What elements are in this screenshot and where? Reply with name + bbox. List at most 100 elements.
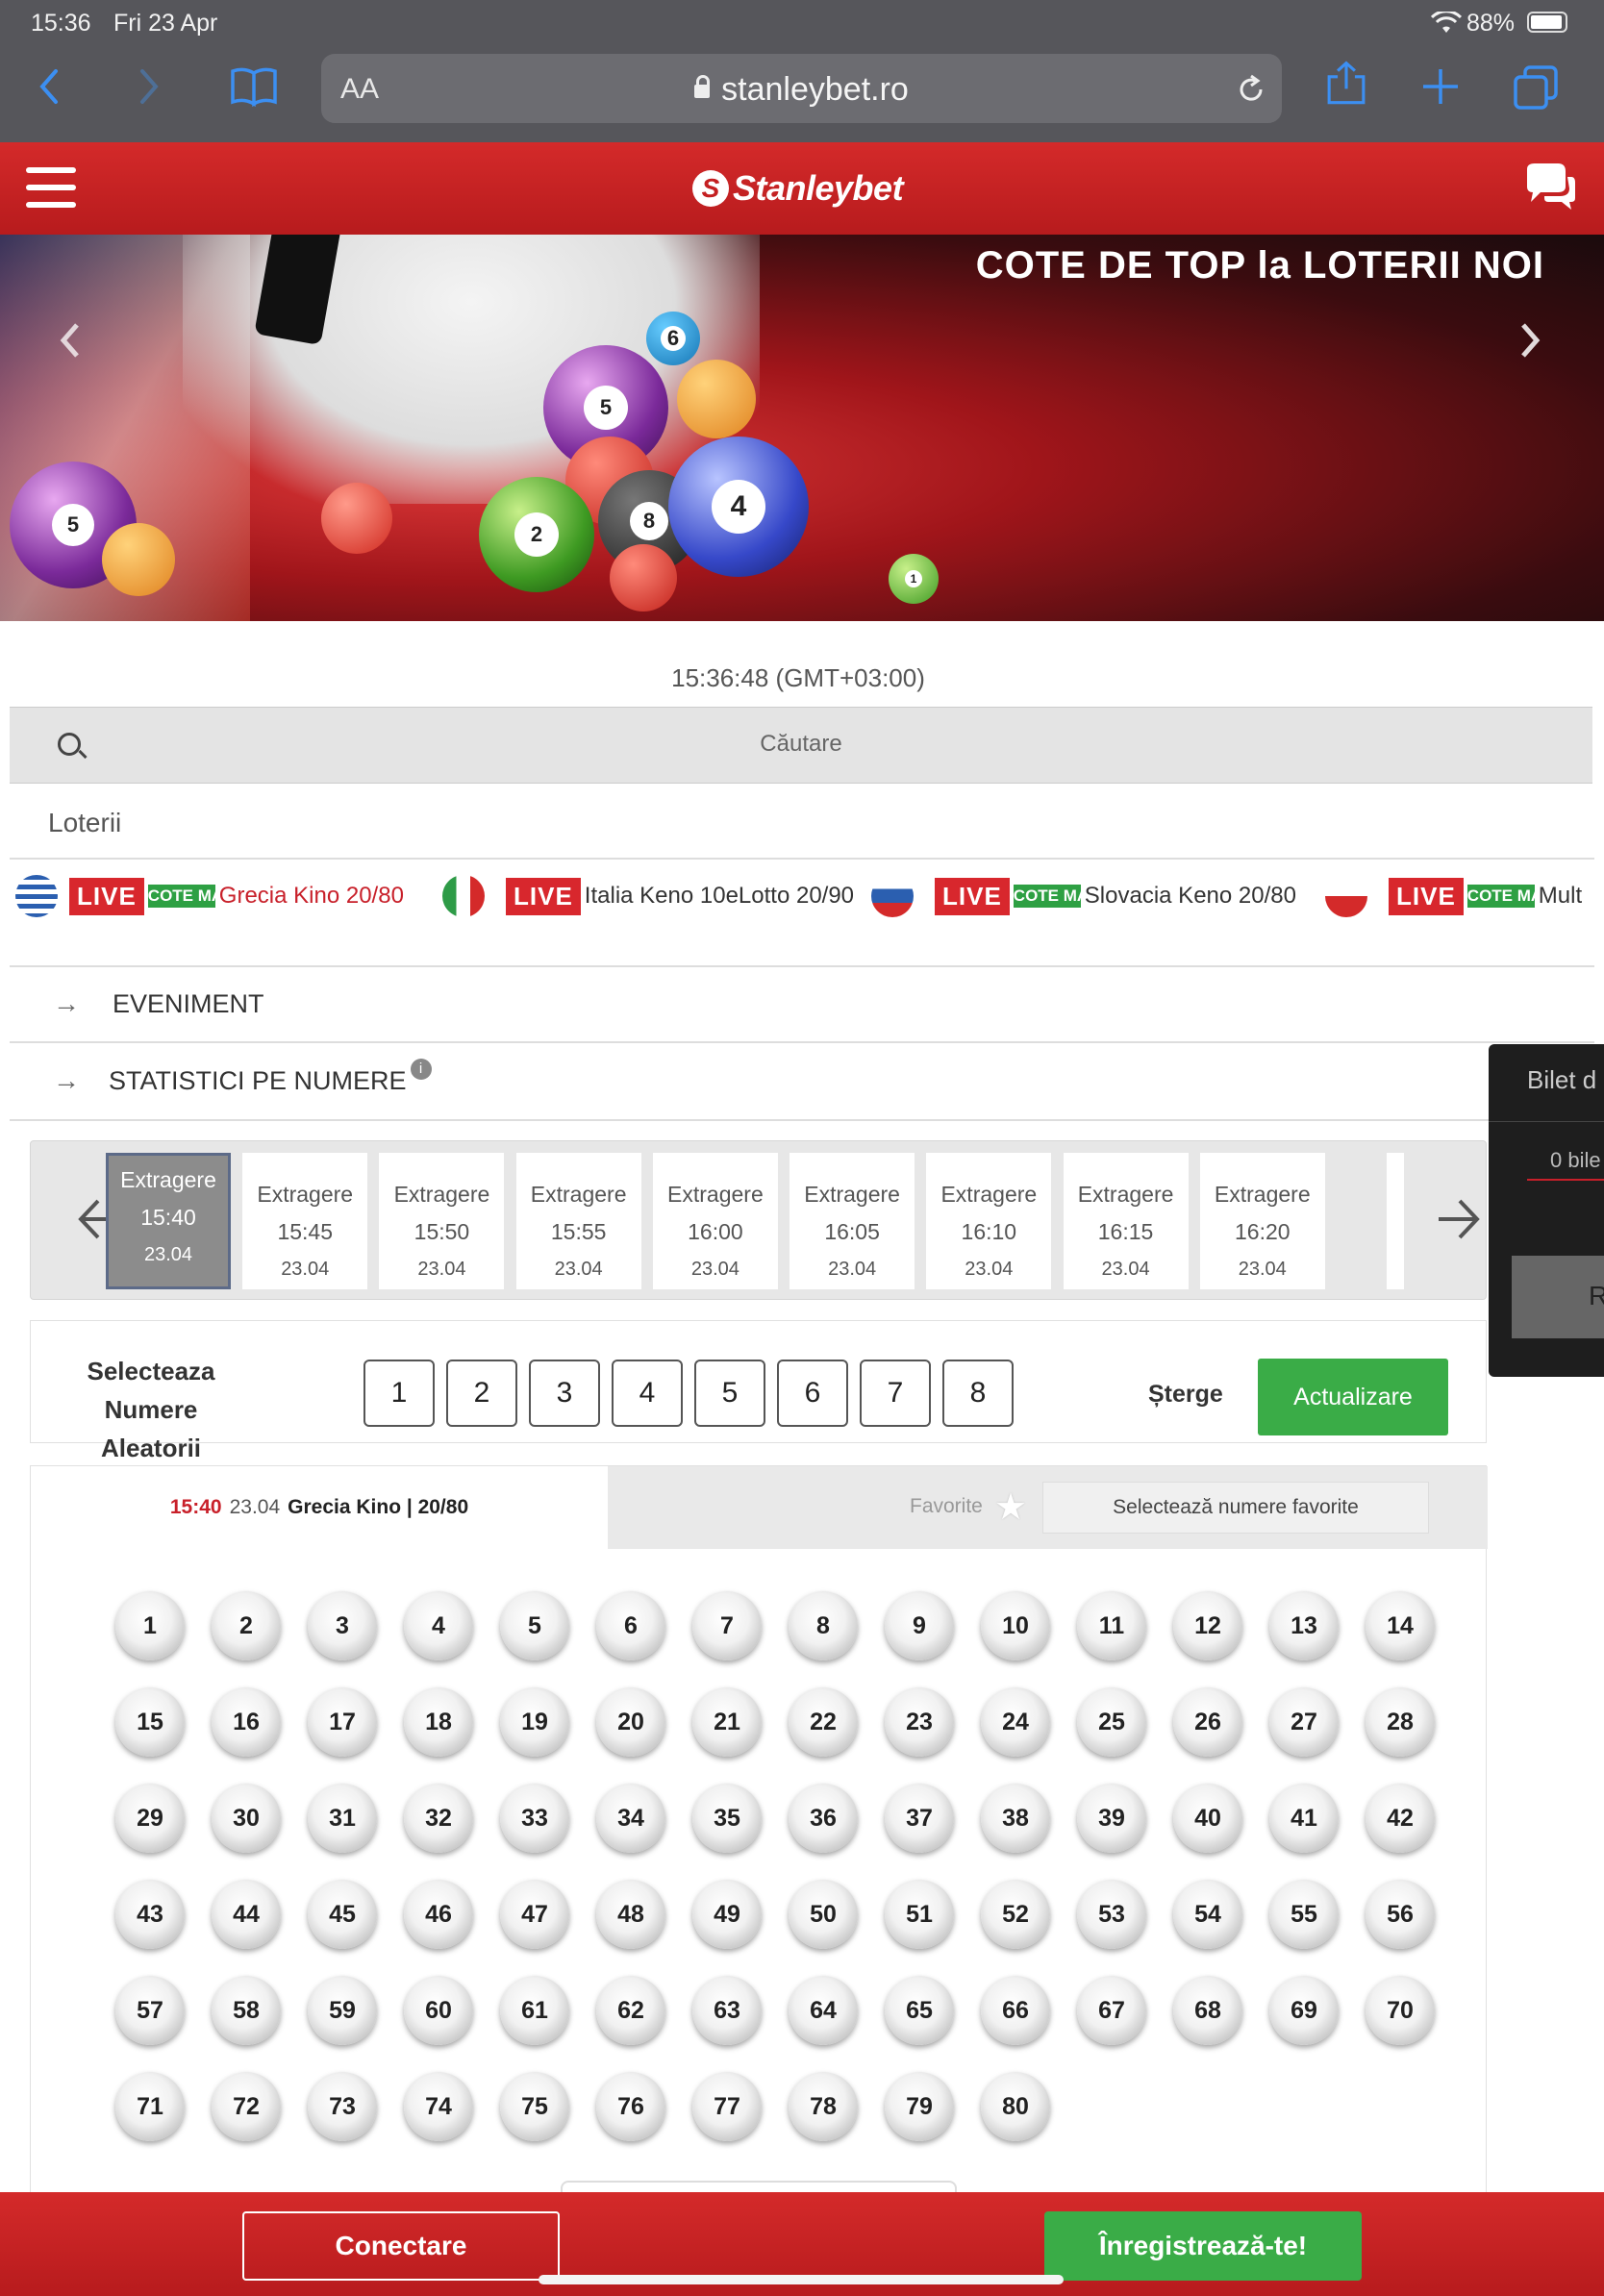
- random-count-button[interactable]: 5: [694, 1360, 765, 1427]
- draw-item[interactable]: Extragere 16:00 23.04: [652, 1153, 778, 1289]
- number-ball[interactable]: 37: [885, 1784, 954, 1853]
- brand-logo[interactable]: S Stanleybet: [692, 165, 904, 212]
- new-tab-icon[interactable]: [1414, 63, 1471, 112]
- number-ball[interactable]: 68: [1173, 1976, 1242, 2045]
- number-ball[interactable]: 33: [500, 1784, 569, 1853]
- number-ball[interactable]: 40: [1173, 1784, 1242, 1853]
- number-ball[interactable]: 62: [596, 1976, 665, 2045]
- number-ball[interactable]: 3: [308, 1591, 377, 1660]
- number-ball[interactable]: 51: [885, 1880, 954, 1949]
- number-ball[interactable]: 13: [1269, 1591, 1339, 1660]
- number-ball[interactable]: 18: [404, 1687, 473, 1757]
- number-ball[interactable]: 32: [404, 1784, 473, 1853]
- number-ball[interactable]: 49: [692, 1880, 762, 1949]
- draw-item[interactable]: Extragere 15:55 23.04: [515, 1153, 641, 1289]
- draw-item[interactable]: Extragere 15:40 23.04: [106, 1153, 231, 1289]
- random-count-button[interactable]: 2: [446, 1360, 517, 1427]
- select-favorites-button[interactable]: Selectează numere favorite: [1042, 1482, 1429, 1534]
- draw-item[interactable]: Extragere 15:50 23.04: [379, 1153, 505, 1289]
- random-count-button[interactable]: 3: [529, 1360, 600, 1427]
- banner-prev-icon[interactable]: [50, 312, 88, 369]
- number-ball[interactable]: 19: [500, 1687, 569, 1757]
- number-ball[interactable]: 11: [1077, 1591, 1146, 1660]
- banner-next-icon[interactable]: [1512, 312, 1550, 369]
- number-ball[interactable]: 21: [692, 1687, 762, 1757]
- number-ball[interactable]: 17: [308, 1687, 377, 1757]
- number-ball[interactable]: 15: [115, 1687, 185, 1757]
- draws-next-icon[interactable]: [1435, 1195, 1483, 1243]
- number-ball[interactable]: 4: [404, 1591, 473, 1660]
- draw-item[interactable]: Extragere 16:10 23.04: [926, 1153, 1052, 1289]
- number-ball[interactable]: 25: [1077, 1687, 1146, 1757]
- number-ball[interactable]: 2: [212, 1591, 281, 1660]
- number-ball[interactable]: 26: [1173, 1687, 1242, 1757]
- random-count-button[interactable]: 4: [612, 1360, 683, 1427]
- number-ball[interactable]: 41: [1269, 1784, 1339, 1853]
- number-ball[interactable]: 35: [692, 1784, 762, 1853]
- number-ball[interactable]: 54: [1173, 1880, 1242, 1949]
- reload-icon[interactable]: [1235, 73, 1267, 106]
- number-ball[interactable]: 12: [1173, 1591, 1242, 1660]
- number-ball[interactable]: 78: [789, 2072, 858, 2141]
- lottery-tab-slovacia[interactable]: LIVE COTE MARITE Slovacia Keno 20/80: [865, 860, 1317, 933]
- number-ball[interactable]: 43: [115, 1880, 185, 1949]
- number-ball[interactable]: 79: [885, 2072, 954, 2141]
- number-ball[interactable]: 30: [212, 1784, 281, 1853]
- lottery-tab-polonia[interactable]: LIVE COTE MARITE Mult: [1319, 860, 1604, 933]
- number-ball[interactable]: 31: [308, 1784, 377, 1853]
- info-icon[interactable]: i: [410, 1059, 432, 1080]
- promo-banner[interactable]: COTE DE TOP la LOTERII NOI 6 5 8 4 2 5 1: [0, 235, 1604, 621]
- address-bar[interactable]: AA stanleybet.ro: [321, 54, 1282, 123]
- number-ball[interactable]: 66: [981, 1976, 1050, 2045]
- number-ball[interactable]: 1: [115, 1591, 185, 1660]
- number-ball[interactable]: 65: [885, 1976, 954, 2045]
- number-ball[interactable]: 50: [789, 1880, 858, 1949]
- number-ball[interactable]: 46: [404, 1880, 473, 1949]
- number-ball[interactable]: 22: [789, 1687, 858, 1757]
- search-input[interactable]: Căutare: [10, 731, 1592, 758]
- number-ball[interactable]: 39: [1077, 1784, 1146, 1853]
- number-ball[interactable]: 8: [789, 1591, 858, 1660]
- lottery-tab-grecia[interactable]: LIVE COTE MARITE Grecia Kino 20/80: [10, 860, 431, 933]
- number-ball[interactable]: 60: [404, 1976, 473, 2045]
- login-button[interactable]: Conectare: [242, 2211, 560, 2281]
- share-icon[interactable]: [1317, 60, 1375, 108]
- number-ball[interactable]: 52: [981, 1880, 1050, 1949]
- number-ball[interactable]: 70: [1366, 1976, 1435, 2045]
- draw-item-partial[interactable]: [1387, 1153, 1404, 1289]
- number-ball[interactable]: 61: [500, 1976, 569, 2045]
- number-ball[interactable]: 76: [596, 2072, 665, 2141]
- number-ball[interactable]: 57: [115, 1976, 185, 2045]
- number-ball[interactable]: 72: [212, 2072, 281, 2141]
- number-ball[interactable]: 28: [1366, 1687, 1435, 1757]
- number-ball[interactable]: 59: [308, 1976, 377, 2045]
- random-count-button[interactable]: 8: [942, 1360, 1014, 1427]
- draw-item[interactable]: Extragere 16:20 23.04: [1199, 1153, 1325, 1289]
- random-count-button[interactable]: 6: [777, 1360, 848, 1427]
- draw-item[interactable]: Extragere 16:05 23.04: [789, 1153, 915, 1289]
- number-ball[interactable]: 53: [1077, 1880, 1146, 1949]
- betslip-panel[interactable]: Bilet d 0 bile R: [1489, 1044, 1604, 1377]
- number-ball[interactable]: 24: [981, 1687, 1050, 1757]
- number-ball[interactable]: 74: [404, 2072, 473, 2141]
- star-icon[interactable]: ★: [994, 1485, 1027, 1529]
- draw-item[interactable]: Extragere 16:15 23.04: [1063, 1153, 1189, 1289]
- random-count-button[interactable]: 7: [860, 1360, 931, 1427]
- update-button[interactable]: Actualizare: [1258, 1359, 1448, 1435]
- number-ball[interactable]: 6: [596, 1591, 665, 1660]
- number-ball[interactable]: 73: [308, 2072, 377, 2141]
- number-ball[interactable]: 47: [500, 1880, 569, 1949]
- number-ball[interactable]: 34: [596, 1784, 665, 1853]
- number-ball[interactable]: 71: [115, 2072, 185, 2141]
- number-ball[interactable]: 45: [308, 1880, 377, 1949]
- back-icon[interactable]: [35, 63, 92, 112]
- number-ball[interactable]: 44: [212, 1880, 281, 1949]
- menu-icon[interactable]: [26, 167, 76, 208]
- accordion-eveniment[interactable]: → EVENIMENT: [53, 988, 264, 1019]
- number-ball[interactable]: 29: [115, 1784, 185, 1853]
- number-ball[interactable]: 63: [692, 1976, 762, 2045]
- lottery-tab-italia[interactable]: LIVE Italia Keno 10eLotto 20/90: [437, 860, 860, 933]
- number-ball[interactable]: 38: [981, 1784, 1050, 1853]
- accordion-statistici[interactable]: → STATISTICI PE NUMERE i: [53, 1059, 432, 1096]
- forward-icon[interactable]: [131, 63, 188, 112]
